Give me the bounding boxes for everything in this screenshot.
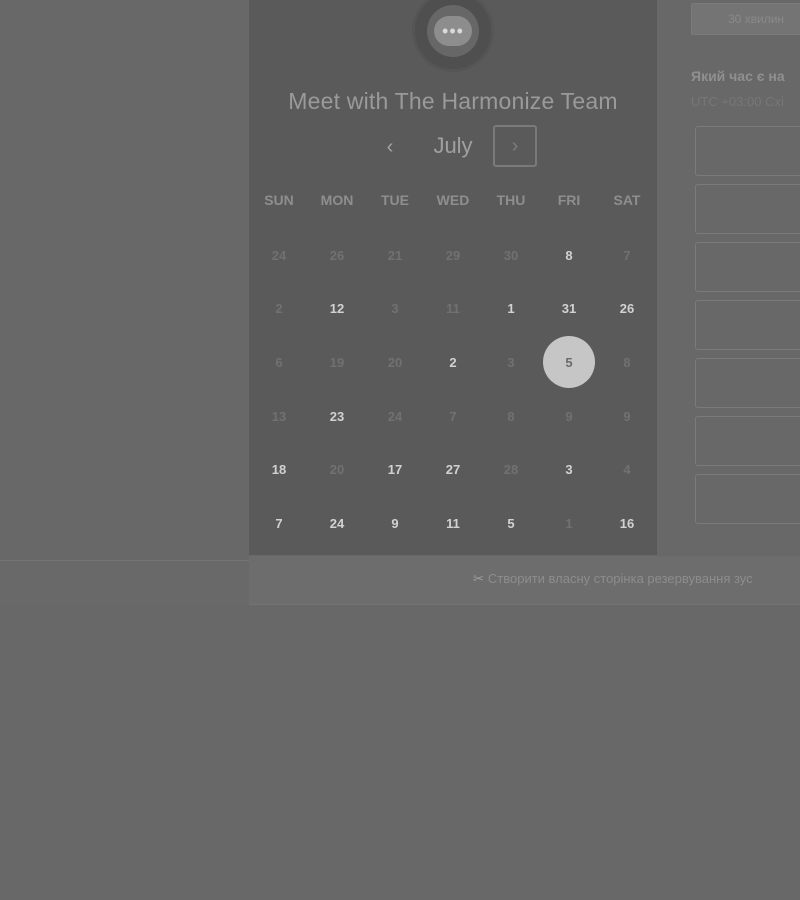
meeting-title: Meet with The Harmonize Team — [288, 88, 618, 114]
weekday-tue: TUE — [381, 192, 409, 208]
calendar-day-tue: 20 — [387, 354, 403, 370]
time-selection-panel: 30 хвилин Який час є на UTC +03:00 Схі — [657, 0, 800, 556]
calendar-day-sun[interactable]: 18 — [253, 443, 305, 495]
footer-bar: ✂ Створити власну сторінка резервування з… — [249, 556, 800, 605]
calendar-day-sun: 24 — [271, 247, 287, 263]
previous-month-button[interactable]: ‹ — [373, 127, 407, 167]
weekday-sun: SUN — [264, 192, 294, 208]
calendar-day-sat: 8 — [623, 354, 631, 370]
ellipsis-icon: ••• — [434, 16, 472, 46]
chevron-right-icon: › — [511, 134, 519, 157]
time-slot[interactable] — [695, 358, 800, 408]
calendar-day-thu: 28 — [503, 461, 519, 477]
calendar-day-wed: 11 — [446, 300, 460, 316]
calendar-day-sun: 2 — [275, 300, 283, 316]
scissors-icon: ✂ — [473, 571, 484, 586]
calendar-day-mon: 19 — [329, 354, 345, 370]
calendar-day-sat[interactable]: 16 — [601, 497, 653, 549]
calendar-day-fri: 9 — [565, 408, 573, 424]
calendar-day-wed: 29 — [445, 247, 461, 263]
calendar-day-mon: 20 — [329, 461, 345, 477]
calendar-day-sun[interactable]: 7 — [253, 497, 305, 549]
calendar-day-sun: 13 — [271, 408, 287, 424]
calendar-day-fri: 1 — [565, 515, 573, 531]
calendar-day-mon[interactable]: 23 — [311, 390, 363, 442]
left-empty-pane — [0, 0, 249, 560]
time-slot[interactable] — [695, 300, 800, 350]
calendar-panel: ••• Meet with The Harmonize Team ‹ July … — [249, 0, 657, 555]
calendar-day-wed[interactable]: 11 — [427, 497, 479, 549]
month-label: July — [433, 133, 473, 158]
create-booking-page-text: Створити власну сторінка резервування зу… — [487, 571, 753, 586]
calendar-day-mon: 26 — [329, 247, 345, 263]
calendar-day-thu[interactable]: 1 — [485, 282, 537, 334]
calendar-day-wed[interactable]: 2 — [427, 336, 479, 388]
calendar-day-tue[interactable]: 17 — [369, 443, 421, 495]
calendar-day-tue: 24 — [387, 408, 403, 424]
calendar-day-thu: 8 — [507, 408, 515, 424]
month-navigation: ‹ July › — [249, 125, 657, 169]
selected-day[interactable]: 5 — [543, 336, 595, 388]
time-slot[interactable] — [695, 474, 800, 524]
calendar-day-thu: 3 — [507, 354, 515, 370]
weekday-wed: WED — [436, 192, 470, 208]
weekday-header: SUN MON TUE WED THU FRI SAT — [249, 192, 657, 212]
timezone-label[interactable]: UTC +03:00 Схі — [691, 94, 784, 109]
create-booking-page-link[interactable]: ✂ Створити власну сторінка резервування з… — [473, 571, 753, 587]
calendar-day-thu: 30 — [503, 247, 519, 263]
calendar-day-sat[interactable]: 26 — [601, 282, 653, 334]
time-slot[interactable] — [695, 126, 800, 176]
calendar-day-tue: 3 — [391, 300, 399, 316]
calendar-day-wed: 7 — [449, 408, 457, 424]
time-slot[interactable] — [695, 242, 800, 292]
calendar-day-sun: 6 — [275, 354, 283, 370]
calendar-day-fri[interactable]: 31 — [543, 282, 595, 334]
calendar-day-thu[interactable]: 5 — [485, 497, 537, 549]
time-slot[interactable] — [695, 184, 800, 234]
calendar-day-sat: 7 — [623, 247, 631, 263]
next-month-button[interactable]: › — [493, 125, 537, 167]
calendar-day-sat: 4 — [623, 461, 631, 477]
calendar-day-tue[interactable]: 9 — [369, 497, 421, 549]
calendar-day-sat: 9 — [623, 408, 631, 424]
time-slot[interactable] — [695, 416, 800, 466]
weekday-sat: SAT — [613, 192, 641, 208]
time-question-heading: Який час є на — [691, 68, 785, 84]
weekday-mon: MON — [320, 192, 354, 208]
left-footer-area — [0, 561, 249, 604]
chat-bubble-icon: ••• — [427, 5, 479, 57]
calendar-day-tue: 21 — [387, 247, 403, 263]
calendar-day-wed[interactable]: 27 — [427, 443, 479, 495]
calendar-day-fri[interactable]: 8 — [543, 229, 595, 281]
team-logo: ••• — [412, 0, 494, 72]
weekday-thu: THU — [496, 192, 526, 208]
weekday-fri: FRI — [557, 192, 581, 208]
calendar-day-mon[interactable]: 24 — [311, 497, 363, 549]
calendar-day-mon[interactable]: 12 — [311, 282, 363, 334]
duration-option[interactable]: 30 хвилин — [691, 3, 800, 35]
calendar-day-fri[interactable]: 3 — [543, 443, 595, 495]
booking-page: ••• Meet with The Harmonize Team ‹ July … — [0, 0, 800, 900]
chevron-left-icon: ‹ — [386, 135, 394, 158]
